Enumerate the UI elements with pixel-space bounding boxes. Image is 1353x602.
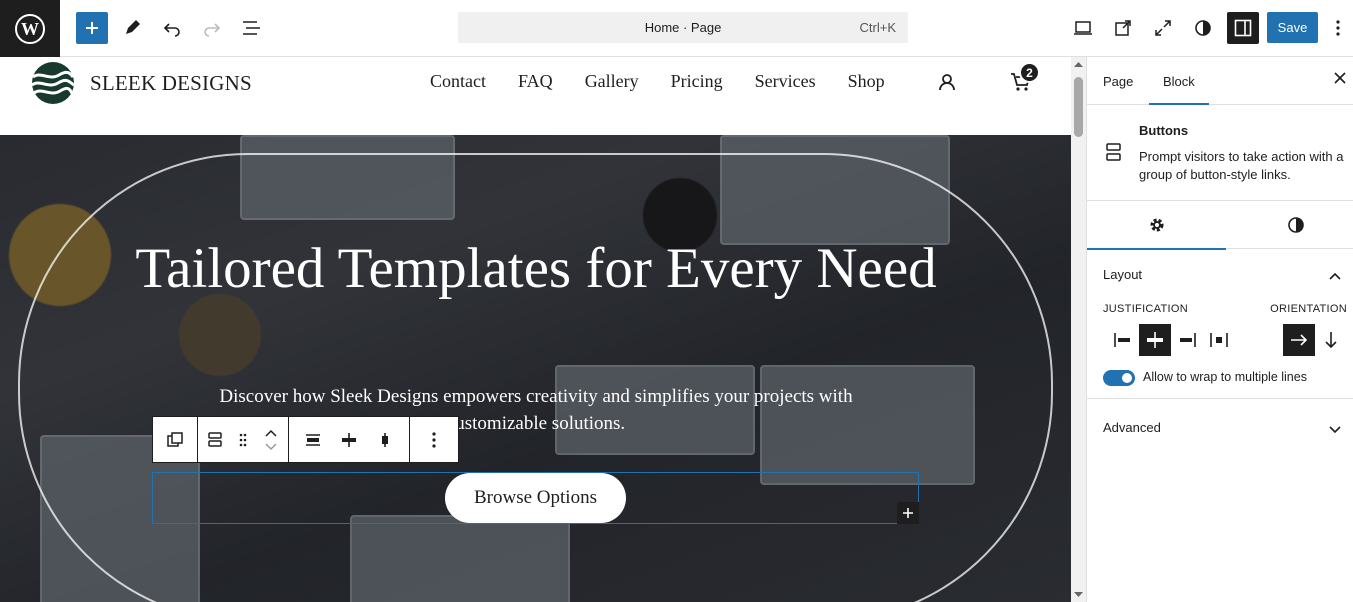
tab-block[interactable]: Block (1149, 74, 1209, 105)
orientation-label: ORIENTATION (1270, 303, 1347, 315)
primary-navigation: Contact FAQ Gallery Pricing Services Sho… (430, 71, 917, 92)
wrap-toggle[interactable] (1103, 370, 1135, 386)
tab-page[interactable]: Page (1103, 74, 1133, 89)
settings-sidebar: Page Block Buttons Prompt visitors to ta… (1086, 57, 1353, 602)
justify-stretch-icon[interactable] (367, 422, 403, 458)
layout-panel-title[interactable]: Layout (1103, 267, 1142, 282)
svg-text:W: W (21, 19, 39, 39)
nav-item-services[interactable]: Services (755, 71, 816, 92)
chevron-up-icon[interactable] (1329, 267, 1341, 285)
document-title: Home · Page (644, 20, 722, 35)
site-title[interactable]: SLEEK DESIGNS (90, 71, 252, 96)
block-toolbar-parent-group (153, 417, 198, 462)
wrap-toggle-label: Allow to wrap to multiple lines (1143, 370, 1307, 384)
orientation-vertical-button[interactable] (1315, 324, 1347, 356)
nav-item-gallery[interactable]: Gallery (585, 71, 639, 92)
command-palette-bar[interactable]: Home · Page Ctrl+K (458, 12, 908, 43)
block-card: Buttons Prompt visitors to take action w… (1087, 105, 1353, 201)
add-block-button[interactable] (76, 12, 108, 44)
justify-left-button[interactable] (1107, 324, 1139, 356)
move-up-down-icon[interactable] (256, 422, 286, 458)
justify-center-icon[interactable] (331, 422, 367, 458)
nav-item-pricing[interactable]: Pricing (671, 71, 723, 92)
block-inspector-subtabs (1087, 201, 1353, 250)
block-card-description: Prompt visitors to take action with a gr… (1139, 149, 1344, 182)
tab-styles[interactable] (1226, 201, 1353, 249)
close-sidebar-icon[interactable] (1333, 71, 1347, 88)
hero-cover-block[interactable]: Tailored Templates for Every Need Discov… (0, 135, 1071, 602)
block-toolbar-justify-group (289, 417, 410, 462)
tools-pencil-icon[interactable] (116, 12, 148, 44)
nav-item-faq[interactable]: FAQ (518, 71, 553, 92)
select-parent-icon[interactable] (157, 422, 193, 458)
nav-item-shop[interactable]: Shop (848, 71, 885, 92)
justify-center-button[interactable] (1139, 324, 1171, 356)
gear-icon (1150, 218, 1163, 232)
view-page-external-icon[interactable] (1107, 12, 1139, 44)
editor-canvas: SLEEK DESIGNS Contact FAQ Gallery Pricin… (0, 57, 1071, 602)
browse-options-button[interactable]: Browse Options (445, 473, 626, 523)
cart-count-badge: 2 (1019, 62, 1040, 83)
redo-icon[interactable] (196, 12, 228, 44)
advanced-panel-title: Advanced (1103, 420, 1161, 435)
editor-top-bar: W Home · Page Ctrl+K Save (0, 0, 1353, 57)
site-header: SLEEK DESIGNS Contact FAQ Gallery Pricin… (0, 57, 1071, 135)
buttons-block-icon[interactable] (200, 422, 230, 458)
device-preview-icon[interactable] (1067, 12, 1099, 44)
site-logo-icon[interactable] (31, 61, 75, 110)
hero-heading[interactable]: Tailored Templates for Every Need (100, 238, 972, 300)
undo-icon[interactable] (156, 12, 188, 44)
sidebar-tabs: Page Block (1087, 57, 1353, 105)
justify-left-icon[interactable] (295, 422, 331, 458)
more-options-icon[interactable] (416, 422, 452, 458)
scrollbar-thumb[interactable] (1074, 77, 1083, 137)
styles-contrast-icon (1287, 217, 1304, 233)
justify-space-between-button[interactable] (1203, 324, 1235, 356)
shortcut-hint: Ctrl+K (859, 20, 896, 35)
drag-handle-icon[interactable] (230, 422, 256, 458)
block-card-title: Buttons (1139, 123, 1189, 138)
document-overview-icon[interactable] (236, 12, 268, 44)
add-button-block-icon[interactable] (897, 502, 919, 524)
layout-panel: Layout JUSTIFICATION ORIENTATION Allow t… (1087, 249, 1353, 399)
settings-panel-toggle-button[interactable] (1227, 12, 1259, 44)
justification-label: JUSTIFICATION (1103, 303, 1188, 315)
orientation-horizontal-button[interactable] (1283, 324, 1315, 356)
advanced-panel[interactable]: Advanced (1087, 399, 1353, 447)
justify-right-button[interactable] (1171, 324, 1203, 356)
block-toolbar-options-group (410, 417, 458, 462)
chevron-down-icon (1329, 422, 1341, 437)
nav-item-contact[interactable]: Contact (430, 71, 486, 92)
wordpress-logo-icon[interactable]: W (0, 0, 60, 57)
buttons-block-icon (1105, 142, 1123, 167)
tab-settings[interactable] (1087, 201, 1226, 250)
block-toolbar (152, 416, 459, 463)
styles-contrast-icon[interactable] (1187, 12, 1219, 44)
canvas-scrollbar[interactable] (1071, 57, 1086, 602)
options-menu-icon[interactable] (1326, 12, 1350, 44)
account-icon[interactable] (937, 72, 957, 97)
save-button[interactable]: Save (1267, 12, 1318, 43)
block-toolbar-mover-group (198, 417, 289, 462)
hero-oval-frame (18, 153, 1053, 602)
fullscreen-icon[interactable] (1147, 12, 1179, 44)
